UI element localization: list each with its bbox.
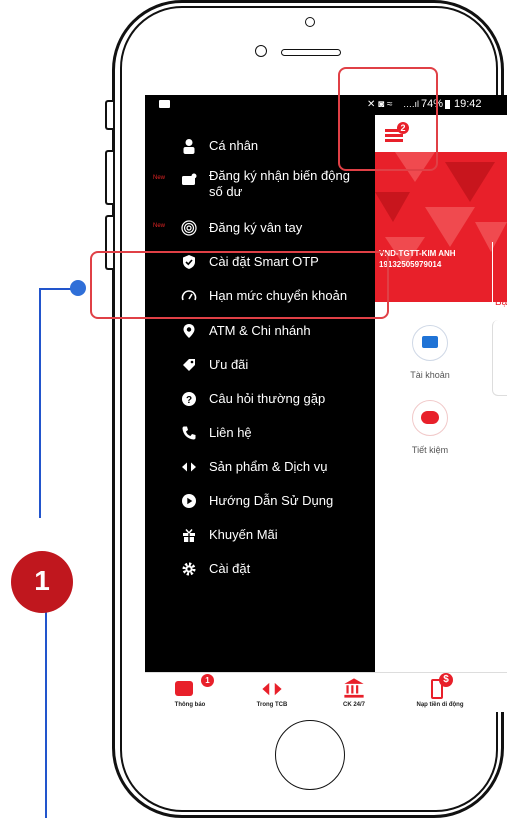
volume-up-button bbox=[105, 150, 113, 205]
banner-divider bbox=[492, 242, 493, 302]
tab-mobile-topup[interactable]: $ Nạp tiền di động bbox=[395, 673, 485, 712]
new-badge: New bbox=[153, 175, 166, 181]
gear-icon bbox=[182, 562, 196, 576]
menu-label: Đăng ký nhận biến động số dư bbox=[209, 168, 350, 199]
card-icon bbox=[182, 173, 197, 185]
pointer-dot bbox=[70, 280, 86, 296]
step-number: 1 bbox=[34, 565, 50, 596]
pointer-line-vertical-top bbox=[39, 288, 41, 518]
gift-tag-icon bbox=[183, 359, 195, 371]
notification-badge: 1 bbox=[201, 674, 214, 687]
menu-label: Sản phẩm & Dịch vụ bbox=[209, 459, 328, 474]
mute-switch bbox=[105, 100, 113, 130]
tab-24-7-transfer[interactable]: CK 24/7 bbox=[309, 673, 399, 712]
menu-item-fingerprint[interactable]: New Đăng ký vân tay bbox=[145, 213, 375, 243]
bank-icon bbox=[344, 678, 364, 698]
arrows-icon bbox=[182, 462, 196, 472]
chat-icon bbox=[175, 681, 193, 696]
clock: 19:42 bbox=[454, 98, 482, 110]
tab-label: Nạp tiền di động bbox=[416, 702, 464, 708]
shortcut-account-label: Tài khoản bbox=[410, 370, 450, 380]
menu-item-atm-branch[interactable]: ATM & Chi nhánh bbox=[145, 316, 375, 346]
question-icon: ? bbox=[182, 392, 196, 406]
brand-pattern-icon bbox=[375, 152, 507, 267]
menu-button-highlight bbox=[338, 67, 438, 171]
transfer-icon bbox=[262, 682, 282, 696]
menu-label: Liên hệ bbox=[209, 425, 252, 440]
tab-notifications[interactable]: 1 Thông báo bbox=[145, 673, 235, 712]
tab-label: CK 24/7 bbox=[342, 702, 365, 708]
front-camera bbox=[305, 17, 315, 27]
banner-link[interactable]: Bạ bbox=[495, 297, 507, 308]
battery-icon bbox=[445, 100, 450, 109]
menu-item-contact[interactable]: Liên hệ bbox=[145, 418, 375, 448]
step-number-badge: 1 bbox=[11, 551, 73, 613]
app-home: 2 VND-TGTT-KIM ANH 19132505979014 Bạ Tài… bbox=[375, 115, 507, 672]
svg-text:?: ? bbox=[186, 395, 192, 406]
status-bar: ✕ ◙ ≈ ….ıl 74% 19:42 bbox=[145, 95, 507, 115]
location-pin-icon bbox=[183, 324, 195, 338]
menu-item-promotions[interactable]: Khuyến Mãi bbox=[145, 520, 375, 550]
shortcut-savings-label: Tiết kiệm bbox=[411, 445, 449, 455]
message-icon bbox=[159, 100, 170, 108]
home-button[interactable] bbox=[275, 720, 345, 790]
menu-label: Đăng ký vân tay bbox=[209, 220, 303, 235]
shortcut-savings[interactable]: Tiết kiệm bbox=[395, 400, 465, 460]
fingerprint-icon bbox=[181, 220, 197, 236]
gift-box-icon bbox=[183, 529, 195, 542]
earpiece-speaker bbox=[281, 49, 341, 56]
dollar-icon: $ bbox=[439, 673, 453, 687]
menu-item-settings[interactable]: Cài đặt bbox=[145, 554, 375, 584]
menu-item-products[interactable]: Sản phẩm & Dịch vụ bbox=[145, 452, 375, 482]
menu-label: ATM & Chi nhánh bbox=[209, 323, 311, 338]
phone-screen: ✕ ◙ ≈ ….ıl 74% 19:42 2 VND-TGTT-KIM ANH … bbox=[145, 95, 507, 712]
account-name: VND-TGTT-KIM ANH bbox=[379, 249, 456, 258]
menu-item-faq[interactable]: ? Câu hỏi thường gặp bbox=[145, 384, 375, 414]
menu-label: Ưu đãi bbox=[209, 357, 249, 372]
menu-item-user-guide[interactable]: Hướng Dẫn Sử Dụng bbox=[145, 486, 375, 516]
menu-label: Khuyến Mãi bbox=[209, 527, 278, 542]
navigation-drawer: Cá nhân New Đăng ký nhận biến động số dư… bbox=[145, 115, 375, 672]
menu-items-highlight bbox=[90, 251, 389, 319]
menu-label: Cá nhân bbox=[209, 138, 259, 153]
tab-label: Trong TCB bbox=[256, 702, 288, 708]
tab-label: Thông báo bbox=[174, 702, 206, 708]
piggy-bank-icon bbox=[412, 400, 448, 436]
menu-item-balance-alerts[interactable]: New Đăng ký nhận biến động số dư bbox=[145, 165, 375, 205]
proximity-sensor bbox=[255, 45, 267, 57]
play-icon bbox=[182, 494, 196, 508]
person-icon bbox=[183, 139, 195, 154]
pointer-line-vertical-bottom bbox=[45, 606, 47, 818]
phone-icon bbox=[182, 426, 196, 440]
menu-item-offers[interactable]: Ưu đãi bbox=[145, 350, 375, 380]
menu-label: Câu hỏi thường gặp bbox=[209, 391, 326, 406]
menu-label: Hướng Dẫn Sử Dụng bbox=[209, 493, 334, 508]
account-banner[interactable]: VND-TGTT-KIM ANH 19132505979014 bbox=[375, 152, 507, 302]
new-badge: New bbox=[153, 223, 166, 229]
bottom-tab-bar: 1 Thông báo Trong TCB CK 24/7 $ Nạp tiền… bbox=[145, 672, 507, 712]
side-card bbox=[492, 320, 507, 396]
shortcut-account[interactable]: Tài khoản bbox=[395, 325, 465, 385]
menu-label: Cài đặt bbox=[209, 561, 251, 576]
tab-internal-transfer[interactable]: Trong TCB bbox=[227, 673, 317, 712]
wallet-icon bbox=[412, 325, 448, 361]
